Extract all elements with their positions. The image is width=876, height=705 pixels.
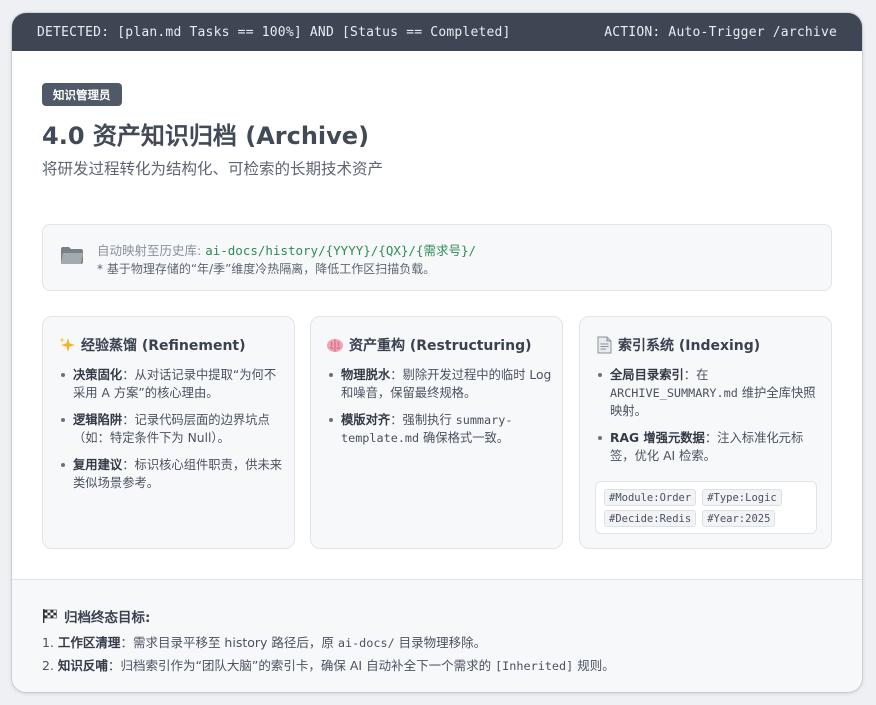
refinement-list: 决策固化：从对话记录中提取“为何不采用 A 方案”的核心理由。 逻辑陷阱：记录代… <box>59 366 284 501</box>
metadata-tags: #Module:Order #Type:Logic #Decide:Redis … <box>595 481 817 534</box>
restructuring-card: 资产重构 (Restructuring) 物理脱水：剔除开发过程中的临时 Log… <box>310 316 563 549</box>
mapping-label: 自动映射至历史库: <box>97 243 202 258</box>
history-path: ai-docs/history/{YYYY}/{QX}/{需求号}/ <box>205 243 476 258</box>
refinement-title: 经验蒸馏 (Refinement) <box>58 335 246 355</box>
mapping-line: 自动映射至历史库: ai-docs/history/{YYYY}/{QX}/{需… <box>97 240 476 259</box>
final-goals-section: 归档终态目标: 1. 工作区清理：需求目录平移至 history 路径后，原 a… <box>12 579 862 692</box>
tag-type: #Type:Logic <box>702 489 782 506</box>
trigger-status-bar: DETECTED: [plan.md Tasks == 100%] AND [S… <box>12 13 862 51</box>
tag-decide: #Decide:Redis <box>604 510 697 527</box>
restructuring-list: 物理脱水：剔除开发过程中的临时 Log 和噪音，保留最终规格。 模版对齐：强制执… <box>327 366 552 456</box>
archive-card: DETECTED: [plan.md Tasks == 100%] AND [S… <box>12 13 862 692</box>
list-item: 逻辑陷阱：记录代码层面的边界坑点（如：特定条件下为 Null）。 <box>59 411 284 447</box>
page-subtitle: 将研发过程转化为结构化、可检索的长期技术资产 <box>42 160 384 178</box>
detected-condition: DETECTED: [plan.md Tasks == 100%] AND [S… <box>37 24 511 40</box>
list-item: RAG 增强元数据：注入标准化元标签，优化 AI 检索。 <box>596 429 821 465</box>
list-item: 模版对齐：强制执行 summary-template.md 确保格式一致。 <box>327 411 552 447</box>
list-item: 物理脱水：剔除开发过程中的临时 Log 和噪音，保留最终规格。 <box>327 366 552 402</box>
page-title: 4.0 资产知识归档 (Archive) <box>42 122 370 150</box>
tag-module: #Module:Order <box>604 489 697 506</box>
role-badge: 知识管理员 <box>42 83 122 106</box>
folder-icon <box>61 247 83 264</box>
history-mapping-box: 自动映射至历史库: ai-docs/history/{YYYY}/{QX}/{需… <box>42 224 832 291</box>
indexing-list: 全局目录索引：在 ARCHIVE_SUMMARY.md 维护全库快照映射。 RA… <box>596 366 821 474</box>
document-icon <box>597 336 612 354</box>
list-item: 复用建议：标识核心组件职责，供未来类似场景参考。 <box>59 456 284 492</box>
indexing-title: 索引系统 (Indexing) <box>595 335 760 355</box>
list-item: 决策固化：从对话记录中提取“为何不采用 A 方案”的核心理由。 <box>59 366 284 402</box>
checkered-flag-icon <box>43 609 57 623</box>
trigger-action: ACTION: Auto-Trigger /archive <box>604 24 837 40</box>
list-item: 全局目录索引：在 ARCHIVE_SUMMARY.md 维护全库快照映射。 <box>596 366 821 420</box>
brain-icon <box>327 339 343 352</box>
goal-item: 2. 知识反哺：归档索引作为“团队大脑”的索引卡，确保 AI 自动补全下一个需求… <box>42 658 615 673</box>
mapping-note: * 基于物理存储的“年/季”维度冷热隔离，降低工作区扫描负载。 <box>97 262 436 276</box>
goal-item: 1. 工作区清理：需求目录平移至 history 路径后，原 ai-docs/ … <box>42 635 487 650</box>
refinement-card: 经验蒸馏 (Refinement) 决策固化：从对话记录中提取“为何不采用 A … <box>42 316 295 549</box>
sparkles-icon <box>59 337 75 352</box>
restructuring-title: 资产重构 (Restructuring) <box>326 335 532 355</box>
tag-year: #Year:2025 <box>702 510 776 527</box>
goals-title: 归档终态目标: <box>42 606 150 626</box>
indexing-card: 索引系统 (Indexing) 全局目录索引：在 ARCHIVE_SUMMARY… <box>579 316 832 549</box>
